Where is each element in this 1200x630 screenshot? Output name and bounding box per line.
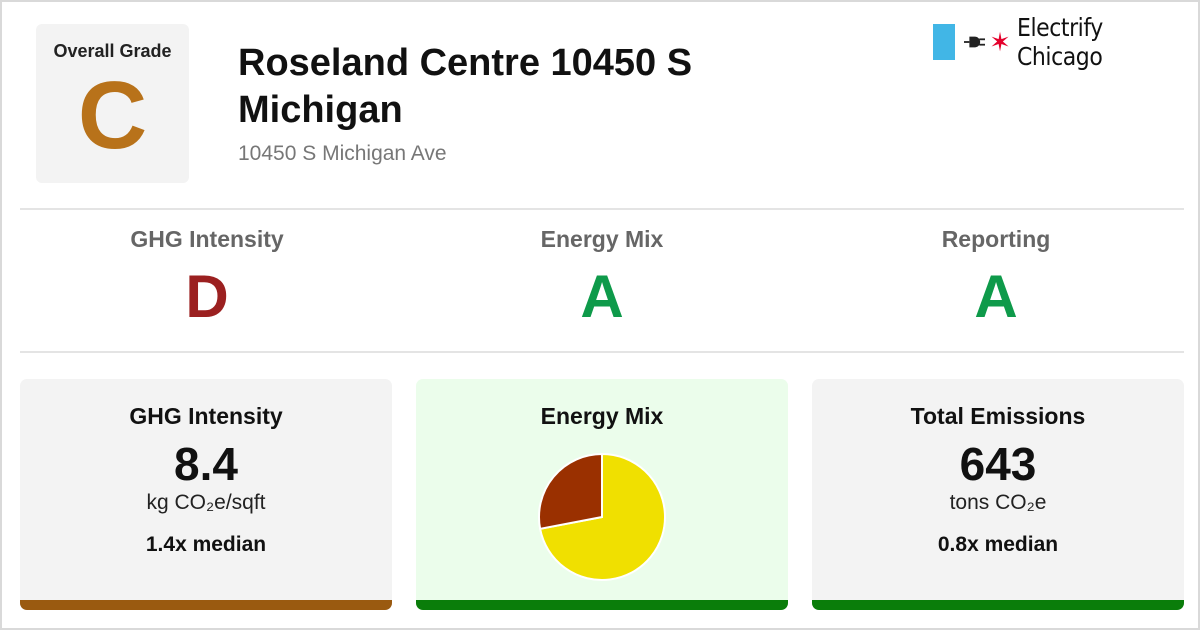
ghg-intensity-unit: kg CO₂e/sqft xyxy=(146,491,266,514)
card-title: GHG Intensity xyxy=(129,403,283,429)
card-energy-mix: Energy Mix xyxy=(416,379,788,610)
subgrade-ghg-intensity: GHG Intensity D xyxy=(10,226,404,327)
total-emissions-median: 0.8x median xyxy=(937,533,1059,556)
plug-icon xyxy=(963,36,986,48)
divider-middle xyxy=(20,351,1184,353)
subgrade-label: Reporting xyxy=(941,226,1051,252)
card-accent-bar xyxy=(20,600,392,610)
building-title: Roseland Centre 10450 S Michigan xyxy=(238,42,693,131)
building-address: 10450 S Michigan Ave xyxy=(238,142,447,165)
chicago-star-icon: ✶ xyxy=(989,27,1011,57)
card-total-emissions: Total Emissions 643 tons CO₂e 0.8x media… xyxy=(812,379,1184,610)
energy-mix-pie-chart xyxy=(538,452,666,581)
ghg-intensity-value: 8.4 xyxy=(174,438,238,490)
card-accent-bar xyxy=(812,600,1184,610)
ghg-intensity-median: 1.4x median xyxy=(145,533,267,556)
card-title: Total Emissions xyxy=(910,403,1086,429)
card-accent-bar xyxy=(416,600,788,610)
brand-name: Electrify Chicago xyxy=(1016,13,1103,71)
subgrade-label: GHG Intensity xyxy=(130,226,284,252)
overall-grade-letter: C xyxy=(77,62,148,169)
subgrade-label: Energy Mix xyxy=(540,226,664,252)
subgrade-letter: A xyxy=(580,263,624,330)
subgrade-letter: A xyxy=(974,263,1018,330)
card-title: Energy Mix xyxy=(540,403,664,429)
subgrade-reporting: Reporting A xyxy=(799,226,1193,327)
total-emissions-unit: tons CO₂e xyxy=(949,491,1047,514)
pie-slice-1 xyxy=(538,452,603,530)
subgrade-letter: D xyxy=(185,263,229,330)
card-ghg-intensity: GHG Intensity 8.4 kg CO₂e/sqft 1.4x medi… xyxy=(20,379,392,610)
overall-grade-label: Overall Grade xyxy=(53,41,172,61)
overall-grade-box: Overall Grade C xyxy=(36,24,189,183)
divider-top xyxy=(20,208,1184,210)
brand-logo[interactable]: ✶ Electrify Chicago xyxy=(933,13,1198,71)
social-card: Overall Grade C Roseland Centre 10450 S … xyxy=(0,0,1200,630)
chicago-flag-bar-icon xyxy=(933,24,955,60)
total-emissions-value: 643 xyxy=(959,438,1037,490)
subgrade-energy-mix: Energy Mix A xyxy=(405,226,799,327)
